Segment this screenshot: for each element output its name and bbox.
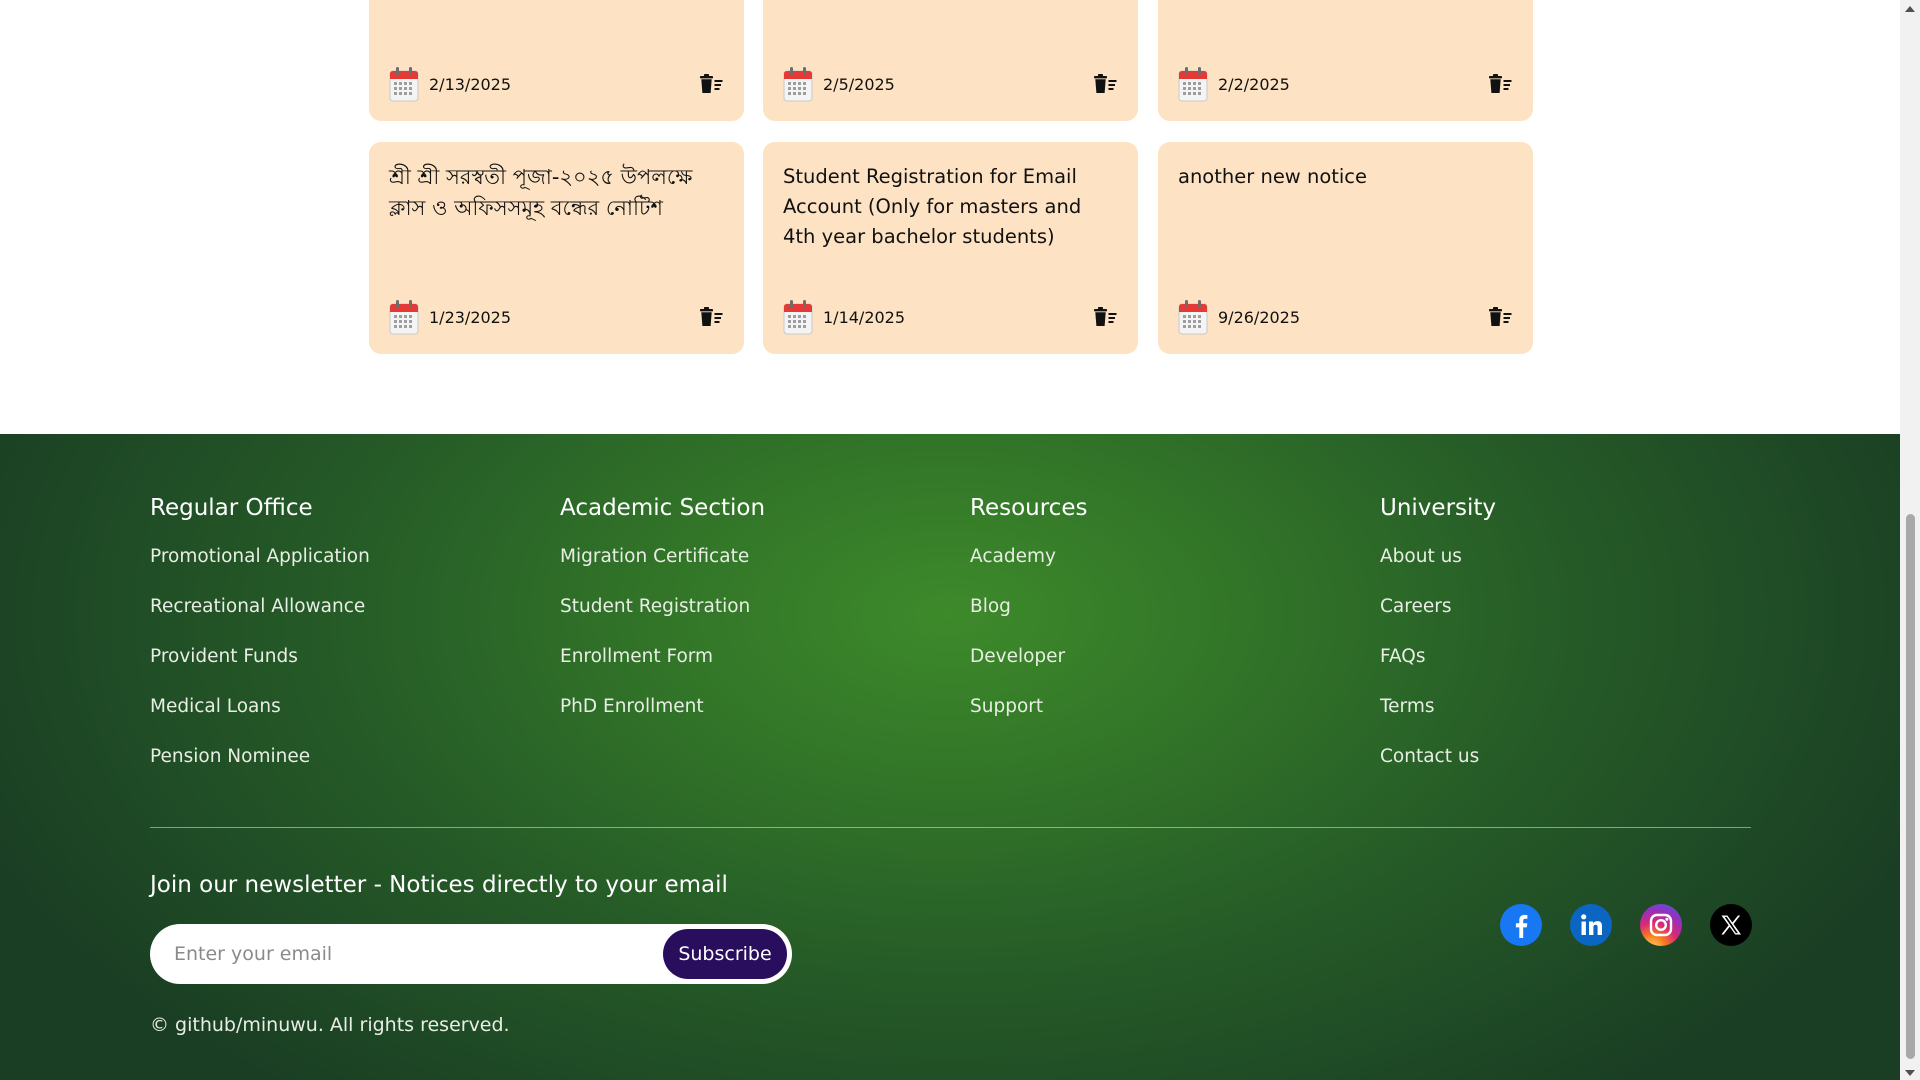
notice-title[interactable]: Student Registration for Email Account (…	[783, 162, 1118, 252]
notice-date: 9/26/2025	[1218, 307, 1301, 327]
footer-link-contact-us[interactable]: Contact us	[1380, 744, 1479, 770]
notice-card-footer: 2/2/2025	[1178, 65, 1513, 103]
footer-link-provident-funds[interactable]: Provident Funds	[150, 644, 298, 670]
calendar-icon	[389, 299, 419, 335]
calendar-icon	[783, 66, 813, 102]
copyright-text: © github/minuwu. All rights reserved.	[150, 1014, 510, 1036]
calendar-icon	[783, 299, 813, 335]
newsletter-form: Subscribe	[150, 924, 792, 984]
notice-card[interactable]: 2/13/2025	[369, 0, 744, 121]
email-input[interactable]	[174, 934, 644, 974]
footer-column-title: Regular Office	[150, 495, 313, 521]
notice-date: 2/13/2025	[429, 74, 512, 94]
footer-column-university: University About us Careers FAQs Terms C…	[1380, 494, 1760, 794]
newsletter-title: Join our newsletter - Notices directly t…	[150, 872, 728, 898]
notice-card-footer: 2/5/2025	[783, 65, 1118, 103]
delete-icon[interactable]	[698, 305, 724, 329]
x-icon[interactable]	[1710, 904, 1752, 946]
notice-card[interactable]: 2/2/2025	[1158, 0, 1533, 121]
scroll-down-arrow-icon[interactable]	[1905, 1070, 1915, 1076]
footer-link-pension-nominee[interactable]: Pension Nominee	[150, 744, 310, 770]
footer-column-resources: Resources Academy Blog Developer Support	[970, 494, 1350, 744]
notice-card[interactable]: Student Registration for Email Account (…	[763, 142, 1138, 354]
footer-link-list: About us Careers FAQs Terms Contact us	[1380, 544, 1760, 794]
footer-link-medical-loans[interactable]: Medical Loans	[150, 694, 281, 720]
footer-link-terms[interactable]: Terms	[1380, 694, 1434, 720]
notice-date: 1/23/2025	[429, 307, 512, 327]
scroll-up-arrow-icon[interactable]	[1905, 6, 1915, 12]
footer-divider	[150, 827, 1751, 828]
calendar-icon	[1178, 299, 1208, 335]
footer-link-promotional-application[interactable]: Promotional Application	[150, 544, 370, 570]
footer-link-about-us[interactable]: About us	[1380, 544, 1462, 570]
linkedin-icon[interactable]	[1570, 904, 1612, 946]
footer-link-list: Promotional Application Recreational All…	[150, 544, 530, 794]
notice-card-footer: 2/13/2025	[389, 65, 724, 103]
footer-link-list: Migration Certificate Student Registrati…	[560, 544, 940, 744]
notice-date: 1/14/2025	[823, 307, 906, 327]
footer-column-regular-office: Regular Office Promotional Application R…	[150, 494, 530, 794]
notice-card[interactable]: শ্রী শ্রী সরস্বতী পূজা-২০২৫ উপলক্ষে ক্লা…	[369, 142, 744, 354]
delete-icon[interactable]	[1092, 72, 1118, 96]
delete-icon[interactable]	[1487, 305, 1513, 329]
facebook-icon[interactable]	[1500, 904, 1542, 946]
notice-date: 2/5/2025	[823, 74, 895, 94]
footer-column-title: University	[1380, 495, 1497, 521]
page-viewport: 2/13/2025 2/5/2025 2/2/2025 শ্রী শ্রী সর…	[0, 0, 1920, 1080]
footer-link-developer[interactable]: Developer	[970, 644, 1065, 670]
delete-icon[interactable]	[1487, 72, 1513, 96]
notice-card-footer: 1/23/2025	[389, 298, 724, 336]
footer-column-title: Resources	[970, 495, 1088, 521]
calendar-icon	[389, 66, 419, 102]
footer-column-academic-section: Academic Section Migration Certificate S…	[560, 494, 940, 744]
footer-link-recreational-allowance[interactable]: Recreational Allowance	[150, 594, 365, 620]
notice-title[interactable]: another new notice	[1178, 162, 1513, 192]
footer-link-migration-certificate[interactable]: Migration Certificate	[560, 544, 749, 570]
footer-link-student-registration[interactable]: Student Registration	[560, 594, 750, 620]
footer-link-list: Academy Blog Developer Support	[970, 544, 1350, 744]
calendar-icon	[1178, 66, 1208, 102]
notice-card-footer: 9/26/2025	[1178, 298, 1513, 336]
notice-card-footer: 1/14/2025	[783, 298, 1118, 336]
notice-card[interactable]: another new notice 9/26/2025	[1158, 142, 1533, 354]
footer-link-faqs[interactable]: FAQs	[1380, 644, 1425, 670]
footer-link-phd-enrollment[interactable]: PhD Enrollment	[560, 694, 704, 720]
notice-date: 2/2/2025	[1218, 74, 1290, 94]
notice-title[interactable]: শ্রী শ্রী সরস্বতী পূজা-২০২৫ উপলক্ষে ক্লা…	[389, 162, 724, 224]
footer-link-blog[interactable]: Blog	[970, 594, 1011, 620]
delete-icon[interactable]	[1092, 305, 1118, 329]
vertical-scrollbar[interactable]	[1900, 0, 1920, 1080]
footer-column-title: Academic Section	[560, 495, 766, 521]
scrollbar-thumb[interactable]	[1906, 514, 1915, 1059]
footer-link-enrollment-form[interactable]: Enrollment Form	[560, 644, 713, 670]
footer-link-academy[interactable]: Academy	[970, 544, 1056, 570]
notice-board: 2/13/2025 2/5/2025 2/2/2025 শ্রী শ্রী সর…	[0, 0, 1900, 434]
footer-link-careers[interactable]: Careers	[1380, 594, 1451, 620]
instagram-icon[interactable]	[1640, 904, 1682, 946]
subscribe-button[interactable]: Subscribe	[663, 929, 787, 979]
notice-card[interactable]: 2/5/2025	[763, 0, 1138, 121]
site-footer: Regular Office Promotional Application R…	[0, 434, 1900, 1080]
footer-link-support[interactable]: Support	[970, 694, 1043, 720]
delete-icon[interactable]	[698, 72, 724, 96]
